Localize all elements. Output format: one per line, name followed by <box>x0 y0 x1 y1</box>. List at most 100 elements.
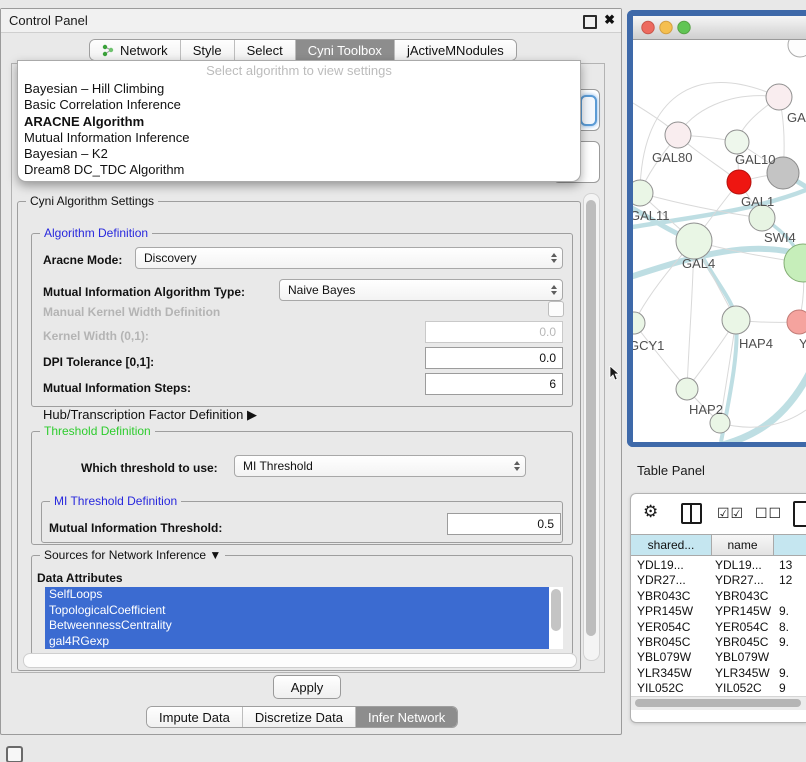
svg-text:GAL80: GAL80 <box>652 150 692 165</box>
kernel-width-input[interactable]: 0.0 <box>425 321 563 343</box>
which-threshold-label: Which threshold to use: <box>81 461 218 475</box>
data-attributes-list: SelfLoops TopologicalCoefficient Between… <box>45 587 563 649</box>
algorithm-item-aracne[interactable]: ARACNE Algorithm <box>18 114 580 130</box>
which-threshold-value: MI Threshold <box>243 459 313 473</box>
algorithm-item-bayesian-hill-climbing[interactable]: Bayesian – Hill Climbing <box>18 81 580 97</box>
network-node-labels: GAL GAL80 GAL10 GAL1 GAL11 SWI4 GAL4 GCY… <box>633 110 806 417</box>
tab-impute-data[interactable]: Impute Data <box>147 707 242 727</box>
svg-text:SWI4: SWI4 <box>764 230 796 245</box>
node-gal4[interactable] <box>676 223 712 259</box>
table-row[interactable]: YER054CYER054C8. <box>631 620 806 635</box>
table-row[interactable]: YLR345WYLR345W9. <box>631 666 806 681</box>
mac-zoom-button[interactable] <box>678 21 690 33</box>
stepper-icon <box>551 253 557 263</box>
attribute-topologicalcoefficient[interactable]: TopologicalCoefficient <box>45 603 549 619</box>
network-window-titlebar[interactable] <box>633 16 806 40</box>
control-panel: Control Panel ✖ Network Style Select Cyn… <box>0 8 622 735</box>
algorithm-item-mutual-information[interactable]: Mutual Information Inference <box>18 130 580 146</box>
table-panel-header: Table Panel <box>627 451 806 489</box>
settings-vertical-scrollbar-thumb[interactable] <box>586 200 596 636</box>
hub-definition-toggle[interactable]: Hub/Transcription Factor Definition ▶ <box>43 407 257 423</box>
svg-text:HAP4: HAP4 <box>739 336 773 351</box>
cyni-algorithm-settings-title: Cyni Algorithm Settings <box>26 194 158 208</box>
table-row[interactable]: YIL052CYIL052C9 <box>631 681 806 696</box>
settings-horizontal-scrollbar[interactable] <box>23 653 577 668</box>
algorithm-item-basic-correlation[interactable]: Basic Correlation Inference <box>18 97 580 113</box>
settings-vertical-scrollbar[interactable] <box>583 193 600 661</box>
node-salmon[interactable] <box>787 310 806 334</box>
algorithm-item-bayesian-k2[interactable]: Bayesian – K2 <box>18 146 580 162</box>
svg-text:GAL1: GAL1 <box>741 194 774 209</box>
mi-type-select[interactable]: Naive Bayes <box>279 279 563 301</box>
node-gal80[interactable] <box>665 122 691 148</box>
control-panel-tabs: Network Style Select Cyni Toolbox jActiv… <box>89 39 517 61</box>
gear-icon[interactable]: ⚙ <box>643 502 658 522</box>
mi-steps-label: Mutual Information Steps: <box>43 381 191 395</box>
dock-panel-icon[interactable] <box>6 746 23 762</box>
dpi-tolerance-label: DPI Tolerance [0,1]: <box>43 355 154 369</box>
table-panel-title: Table Panel <box>627 463 705 478</box>
aracne-mode-value: Discovery <box>144 251 197 265</box>
float-window-icon[interactable] <box>583 15 597 29</box>
mi-type-label: Mutual Information Algorithm Type: <box>43 285 245 299</box>
node-gal1-red[interactable] <box>727 170 751 194</box>
attribute-betweennesscentrality[interactable]: BetweennessCentrality <box>45 618 549 634</box>
column-header-cut[interactable] <box>774 534 806 556</box>
table-row[interactable]: YPR145WYPR145W9. <box>631 604 806 619</box>
unchecked-boxes-icon[interactable]: ☐☐ <box>755 505 782 522</box>
node-gcy1[interactable] <box>633 312 645 334</box>
expand-right-icon: ▶ <box>247 407 257 422</box>
algorithm-item-dream8[interactable]: Dream8 DC_TDC Algorithm <box>18 162 580 178</box>
table-horizontal-scrollbar[interactable] <box>631 696 806 710</box>
tab-infer-network[interactable]: Infer Network <box>355 707 457 727</box>
svg-text:GAL10: GAL10 <box>735 152 775 167</box>
checked-boxes-icon[interactable]: ☑☑ <box>717 505 744 522</box>
mi-threshold-group-title: MI Threshold Definition <box>50 494 181 508</box>
manual-kernel-checkbox[interactable] <box>548 301 564 317</box>
svg-text:GAL: GAL <box>787 110 806 125</box>
mi-steps-input[interactable]: 6 <box>425 373 563 395</box>
table-row[interactable]: YBR045CYBR045C9. <box>631 635 806 650</box>
node-gal10[interactable] <box>725 130 749 154</box>
document-icon[interactable] <box>793 501 806 527</box>
attributes-scrollbar-thumb[interactable] <box>551 589 561 631</box>
node-hap2[interactable] <box>676 378 698 400</box>
aracne-mode-label: Aracne Mode: <box>43 253 122 267</box>
tab-discretize-data[interactable]: Discretize Data <box>242 707 355 727</box>
node-hap4[interactable] <box>722 306 750 334</box>
tab-cyni-toolbox[interactable]: Cyni Toolbox <box>295 40 394 60</box>
focused-stepper-fragment <box>580 95 597 126</box>
svg-text:HAP2: HAP2 <box>689 402 723 417</box>
table-row[interactable]: YDR27...YDR27...12 <box>631 573 806 588</box>
node-pink-upper[interactable] <box>766 84 792 110</box>
table-row[interactable]: YDL19...YDL19...13 <box>631 558 806 573</box>
table-row[interactable]: YBR043CYBR043C <box>631 589 806 604</box>
mac-minimize-button[interactable] <box>660 21 672 33</box>
attribute-gal4rgexp[interactable]: gal4RGexp <box>45 634 549 650</box>
table-horizontal-scrollbar-thumb[interactable] <box>635 699 801 707</box>
which-threshold-select[interactable]: MI Threshold <box>234 455 526 477</box>
column-header-name[interactable]: name <box>712 534 774 556</box>
table-row[interactable]: YBL079WYBL079W <box>631 650 806 665</box>
dpi-tolerance-input[interactable]: 0.0 <box>425 347 563 369</box>
tab-jactivemnodules[interactable]: jActiveMNodules <box>394 40 516 60</box>
tab-style[interactable]: Style <box>180 40 234 60</box>
table-rows: YDL19...YDL19...13 YDR27...YDR27...12 YB… <box>631 558 806 698</box>
apply-button[interactable]: Apply <box>273 675 341 699</box>
mi-threshold-input[interactable]: 0.5 <box>447 513 561 535</box>
network-canvas[interactable]: GAL GAL80 GAL10 GAL1 GAL11 SWI4 GAL4 GCY… <box>633 40 806 442</box>
mac-close-button[interactable] <box>642 21 654 33</box>
close-icon[interactable]: ✖ <box>604 12 615 28</box>
control-panel-titlebar: Control Panel ✖ <box>1 9 621 33</box>
network-icon <box>102 44 115 57</box>
column-header-shared-name[interactable]: shared... <box>631 534 712 556</box>
tab-network[interactable]: Network <box>90 40 180 60</box>
tab-select[interactable]: Select <box>234 40 295 60</box>
screen: Control Panel ✖ Network Style Select Cyn… <box>0 0 806 762</box>
node-partial-top[interactable] <box>788 40 806 57</box>
attribute-selfloops[interactable]: SelfLoops <box>45 587 549 603</box>
split-panel-icon[interactable] <box>681 503 702 524</box>
aracne-mode-select[interactable]: Discovery <box>135 247 563 269</box>
sources-title[interactable]: Sources for Network Inference ▼ <box>40 548 225 562</box>
threshold-definition-title: Threshold Definition <box>40 424 155 438</box>
